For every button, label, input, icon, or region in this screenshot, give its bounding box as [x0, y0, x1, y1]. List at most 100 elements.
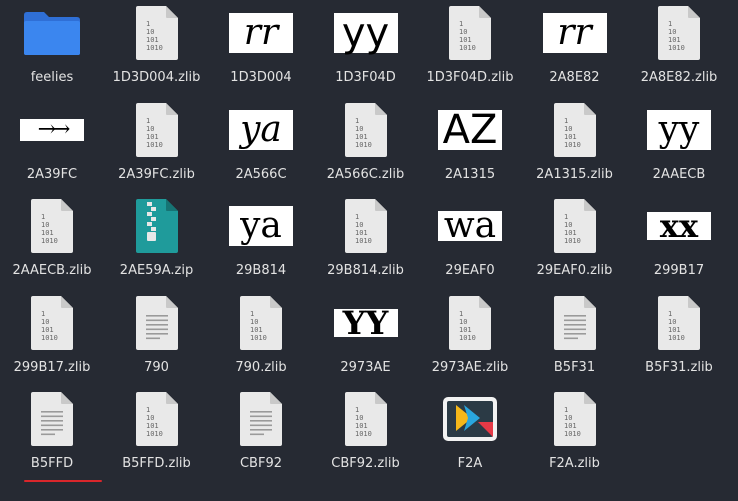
svg-text:101: 101: [146, 133, 159, 141]
file-label: feelies: [30, 70, 74, 85]
file-label: B5FFD.zlib: [122, 456, 191, 471]
svg-text:101: 101: [355, 422, 368, 430]
svg-text:1: 1: [459, 20, 463, 28]
file-label: 2AE59A.zip: [119, 263, 194, 278]
svg-text:1: 1: [146, 117, 150, 125]
svg-text:101: 101: [355, 133, 368, 141]
file-tile[interactable]: wa 29EAF0: [418, 193, 522, 289]
binary-file-icon: 1 10 101 1010: [525, 101, 625, 159]
file-tile[interactable]: 1 10 101 1010 2973AE.zlib: [418, 290, 522, 386]
file-tile[interactable]: ya 29B814: [209, 193, 313, 289]
svg-text:1: 1: [146, 406, 150, 414]
svg-text:101: 101: [41, 326, 54, 334]
svg-text:10: 10: [250, 318, 258, 326]
file-tile[interactable]: 1 10 101 1010 790.zlib: [209, 290, 313, 386]
binary-file-icon: 1 10 101 1010: [107, 4, 207, 62]
svg-text:1: 1: [564, 117, 568, 125]
file-tile[interactable]: xx 299B17: [627, 193, 731, 289]
svg-text:101: 101: [564, 133, 577, 141]
file-tile[interactable]: AZ 2A1315: [418, 97, 522, 193]
file-tile[interactable]: 1 10 101 1010 2A8E82.zlib: [627, 0, 731, 96]
file-label: 29B814.zlib: [327, 263, 404, 278]
binary-file-icon: 1 10 101 1010: [2, 197, 102, 255]
file-label: 2A39FC: [26, 166, 78, 182]
svg-text:10: 10: [564, 125, 572, 133]
file-label: 1D3F04D.zlib: [426, 70, 514, 85]
file-tile[interactable]: 1 10 101 1010 2A566C.zlib: [314, 97, 418, 193]
file-label: 2973AE: [340, 359, 391, 375]
file-tile[interactable]: rr 1D3D004: [209, 0, 313, 96]
file-label: 2A566C: [235, 166, 287, 182]
binary-file-icon: 1 10 101 1010: [107, 101, 207, 159]
file-tile[interactable]: 1 10 101 1010 2A39FC.zlib: [105, 97, 209, 193]
svg-text:1: 1: [668, 310, 672, 318]
file-tile[interactable]: 1 10 101 1010 29B814.zlib: [314, 193, 418, 289]
file-label: 1D3D004: [230, 70, 292, 85]
file-tile[interactable]: ya 2A566C: [209, 97, 313, 193]
selection-indicator: [24, 480, 102, 482]
svg-text:10: 10: [41, 318, 49, 326]
file-tile[interactable]: 1 10 101 1010 B5F31.zlib: [627, 290, 731, 386]
svg-text:1: 1: [41, 310, 45, 318]
glyph-thumbnail: ya: [211, 101, 311, 159]
file-label: 299B17: [653, 263, 705, 278]
file-tile[interactable]: B5F31: [523, 290, 627, 386]
file-tile[interactable]: →→ 2A39FC: [0, 97, 104, 193]
binary-file-icon: 1 10 101 1010: [316, 101, 416, 159]
file-tile[interactable]: yy 2AAECB: [627, 97, 731, 193]
file-label: F2A.zlib: [549, 456, 600, 471]
file-tile[interactable]: 1 10 101 1010 1D3D004.zlib: [105, 0, 209, 96]
file-label: 790.zlib: [235, 359, 287, 375]
glyph-thumbnail: xx: [629, 197, 729, 255]
svg-text:101: 101: [146, 422, 159, 430]
svg-text:10: 10: [355, 125, 363, 133]
file-tile[interactable]: yy 1D3F04D: [314, 0, 418, 96]
svg-text:1010: 1010: [564, 237, 581, 245]
svg-text:101: 101: [355, 229, 368, 237]
file-tile[interactable]: F2A: [418, 386, 522, 482]
text-file-icon: [2, 390, 102, 448]
file-tile[interactable]: 1 10 101 1010 2AAECB.zlib: [0, 193, 104, 289]
file-tile[interactable]: 790: [105, 290, 209, 386]
file-tile[interactable]: 2AE59A.zip: [105, 193, 209, 289]
svg-text:1010: 1010: [355, 141, 372, 149]
svg-text:10: 10: [146, 414, 154, 422]
file-tile[interactable]: 1 10 101 1010 299B17.zlib: [0, 290, 104, 386]
svg-text:1: 1: [564, 406, 568, 414]
folder-icon: [2, 4, 102, 62]
file-tile[interactable]: B5FFD: [0, 386, 104, 482]
file-tile[interactable]: 1 10 101 1010 CBF92.zlib: [314, 386, 418, 482]
svg-text:101: 101: [459, 36, 472, 44]
svg-text:1: 1: [146, 20, 150, 28]
file-tile[interactable]: feelies: [0, 0, 104, 96]
svg-text:10: 10: [564, 414, 572, 422]
zip-archive-icon: [107, 197, 207, 255]
file-label: CBF92: [239, 456, 282, 471]
binary-file-icon: 1 10 101 1010: [316, 197, 416, 255]
file-tile[interactable]: rr 2A8E82: [523, 0, 627, 96]
file-tile[interactable]: 1 10 101 1010 F2A.zlib: [523, 386, 627, 482]
glyph-thumbnail: ya: [211, 197, 311, 255]
file-label: 2A8E82: [549, 70, 600, 85]
file-tile[interactable]: 1 10 101 1010 29EAF0.zlib: [523, 193, 627, 289]
file-label: 299B17.zlib: [13, 359, 91, 375]
glyph-thumbnail: AZ: [420, 101, 520, 159]
file-tile[interactable]: 1 10 101 1010 2A1315.zlib: [523, 97, 627, 193]
file-tile[interactable]: 1 10 101 1010 1D3F04D.zlib: [418, 0, 522, 96]
file-tile[interactable]: YY 2973AE: [314, 290, 418, 386]
file-label: 2A1315: [444, 166, 496, 182]
svg-text:1010: 1010: [250, 334, 267, 342]
file-label: 2A39FC.zlib: [118, 166, 195, 182]
svg-text:10: 10: [146, 125, 154, 133]
file-label: B5FFD: [30, 456, 74, 471]
file-label: 1D3F04D: [335, 70, 396, 85]
file-tile[interactable]: CBF92: [209, 386, 313, 482]
file-label: 29EAF0.zlib: [536, 263, 613, 278]
file-tile[interactable]: 1 10 101 1010 B5FFD.zlib: [105, 386, 209, 482]
svg-text:101: 101: [250, 326, 263, 334]
svg-text:101: 101: [668, 326, 681, 334]
svg-text:1010: 1010: [41, 237, 58, 245]
glyph-thumbnail: rr: [525, 4, 625, 62]
file-label: 2AAECB.zlib: [12, 263, 92, 278]
binary-file-icon: 1 10 101 1010: [629, 4, 729, 62]
